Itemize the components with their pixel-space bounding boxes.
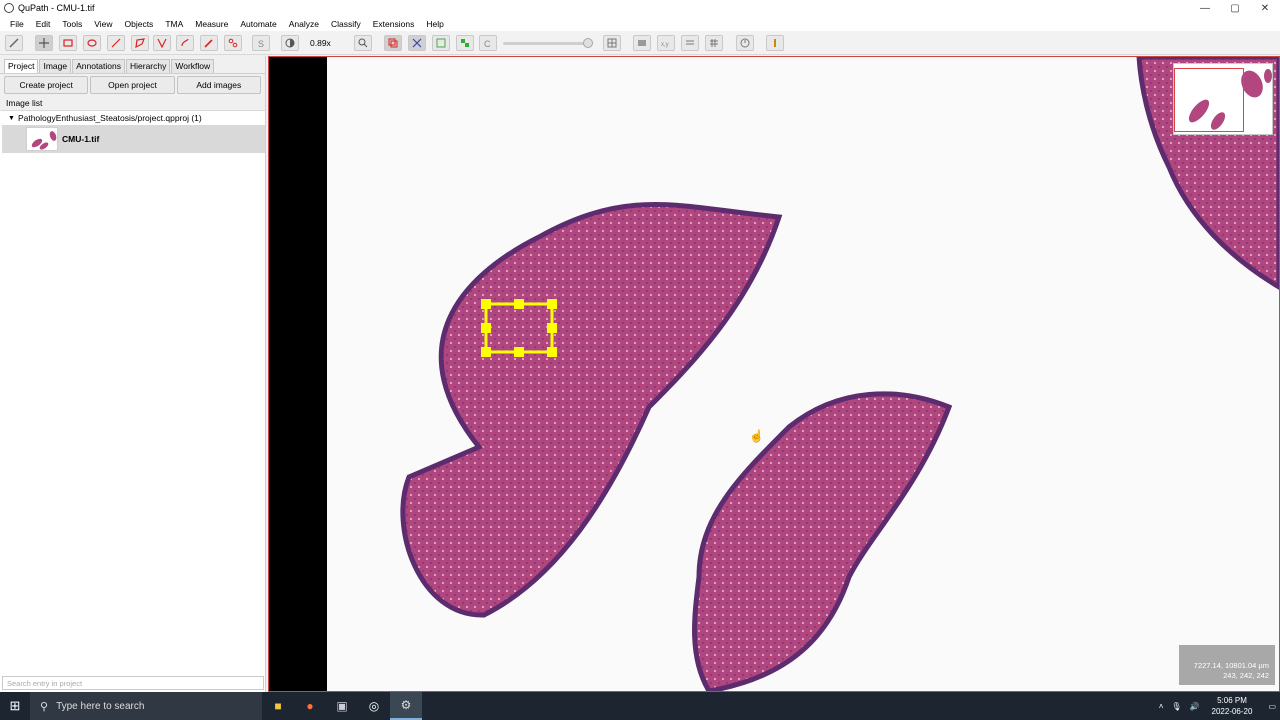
project-search-input[interactable]: Search entry in project: [2, 676, 264, 690]
zoom-to-fit-icon[interactable]: [354, 35, 372, 51]
title-bar: QuPath - CMU-1.tif — ▢ ✕: [0, 0, 1280, 16]
selection-mode-icon[interactable]: S: [252, 35, 270, 51]
firefox-icon[interactable]: ●: [294, 692, 326, 720]
overview-thumbnail[interactable]: [1173, 63, 1273, 135]
pixel-values: 243, 242, 242: [1223, 671, 1269, 680]
windows-start-icon[interactable]: ⊞: [0, 692, 30, 720]
svg-text:S: S: [258, 39, 264, 48]
tab-hierarchy[interactable]: Hierarchy: [126, 59, 171, 73]
menu-bar: File Edit Tools View Objects TMA Measure…: [0, 16, 1280, 31]
polygon-tool-icon[interactable]: [131, 35, 149, 51]
clock[interactable]: 5:06 PM 2022-06-20: [1212, 695, 1253, 717]
show-pixel-grid-icon[interactable]: [705, 35, 723, 51]
fill-detections-icon[interactable]: [456, 35, 474, 51]
svg-text:x,y: x,y: [661, 42, 669, 48]
opacity-slider[interactable]: [503, 42, 591, 45]
cursor-location-box: 7227.14, 10801.04 µm 243, 242, 242: [1179, 645, 1275, 685]
slide-image: [400, 57, 1279, 691]
system-tray: ˄ 🎙 🔊 5:06 PM 2022-06-20 ▭: [1155, 692, 1280, 720]
tissue-section-bottom: [692, 391, 953, 691]
store-icon[interactable]: ▣: [326, 692, 358, 720]
menu-extensions[interactable]: Extensions: [367, 19, 421, 29]
image-list-item[interactable]: CMU-1.tif: [2, 125, 265, 153]
ellipse-tool-icon[interactable]: [83, 35, 101, 51]
show-tma-grid-icon[interactable]: [408, 35, 426, 51]
show-detections-icon[interactable]: [432, 35, 450, 51]
tab-workflow[interactable]: Workflow: [171, 59, 215, 73]
window-title: QuPath - CMU-1.tif: [18, 3, 95, 13]
project-path: PathologyEnthusiast_Steatosis/project.qp…: [17, 113, 202, 123]
image-name: CMU-1.tif: [62, 134, 100, 144]
clock-time: 5:06 PM: [1217, 696, 1247, 705]
menu-objects[interactable]: Objects: [118, 19, 159, 29]
menu-tma[interactable]: TMA: [159, 19, 189, 29]
toolbar: S 0.89x C x,y: [0, 31, 1280, 55]
line-tool-icon[interactable]: [107, 35, 125, 51]
menu-help[interactable]: Help: [420, 19, 449, 29]
show-location-icon[interactable]: x,y: [657, 35, 675, 51]
maximize-button[interactable]: ▢: [1220, 0, 1250, 16]
menu-edit[interactable]: Edit: [30, 19, 57, 29]
close-button[interactable]: ✕: [1250, 0, 1280, 16]
tab-image[interactable]: Image: [39, 59, 72, 73]
image-thumbnail: [26, 127, 58, 151]
project-buttons: Create project Open project Add images: [0, 74, 265, 96]
file-explorer-icon[interactable]: ■: [262, 692, 294, 720]
expand-caret-icon[interactable]: ▼: [8, 115, 15, 122]
show-scalebar-icon[interactable]: [681, 35, 699, 51]
project-panel: Project Image Annotations Hierarchy Work…: [0, 56, 266, 692]
tab-annotations[interactable]: Annotations: [72, 59, 125, 73]
script-editor-icon[interactable]: [766, 35, 784, 51]
search-icon: ⚲: [40, 700, 49, 713]
qupath-app-icon: [4, 3, 14, 13]
image-viewer[interactable]: ☝ 7227.14, 10801.04 µm 243, 242, 242: [268, 56, 1280, 692]
image-list-header: Image list: [0, 96, 265, 111]
overview-viewport-rect: [1174, 68, 1244, 132]
microphone-icon[interactable]: 🎙: [1171, 702, 1181, 711]
cursor-coordinates: 7227.14, 10801.04 µm: [1193, 661, 1269, 670]
obs-icon[interactable]: ◎: [358, 692, 390, 720]
taskbar-search-placeholder: Type here to search: [56, 700, 145, 712]
show-annotations-icon[interactable]: [384, 35, 402, 51]
brightness-contrast-icon[interactable]: [281, 35, 299, 51]
measurement-log-icon[interactable]: [736, 35, 754, 51]
project-tree-root[interactable]: ▼ PathologyEnthusiast_Steatosis/project.…: [0, 111, 265, 125]
clock-date: 2022-06-20: [1211, 707, 1253, 716]
qupath-taskbar-icon[interactable]: ⚙: [390, 692, 422, 720]
menu-analyze[interactable]: Analyze: [283, 19, 325, 29]
menu-tools[interactable]: Tools: [56, 19, 88, 29]
svg-text:C: C: [484, 39, 491, 48]
tray-chevron-icon[interactable]: ˄: [1159, 702, 1164, 711]
taskbar-search[interactable]: ⚲ Type here to search: [30, 692, 262, 720]
open-project-button[interactable]: Open project: [90, 76, 175, 94]
window-controls: — ▢ ✕: [1190, 0, 1280, 16]
menu-view[interactable]: View: [88, 19, 118, 29]
show-connections-icon[interactable]: C: [479, 35, 497, 51]
notifications-icon[interactable]: ▭: [1268, 702, 1276, 711]
opacity-slider-knob[interactable]: [583, 38, 593, 48]
show-overview-icon[interactable]: [633, 35, 651, 51]
wand-tool-icon[interactable]: [200, 35, 218, 51]
brush-tool-icon[interactable]: [176, 35, 194, 51]
create-project-button[interactable]: Create project: [4, 76, 89, 94]
tab-project[interactable]: Project: [4, 59, 39, 73]
menu-measure[interactable]: Measure: [189, 19, 234, 29]
move-tool-icon[interactable]: [35, 35, 53, 51]
polyline-tool-icon[interactable]: [153, 35, 171, 51]
minimize-button[interactable]: —: [1190, 0, 1220, 16]
zoom-level: 0.89x: [310, 38, 331, 48]
panel-tabs: Project Image Annotations Hierarchy Work…: [0, 56, 265, 74]
volume-icon[interactable]: 🔊: [1190, 702, 1200, 711]
hand-cursor-icon: ☝: [749, 429, 764, 443]
menu-file[interactable]: File: [4, 19, 30, 29]
rectangle-tool-icon[interactable]: [59, 35, 77, 51]
points-tool-icon[interactable]: [224, 35, 242, 51]
add-images-button[interactable]: Add images: [176, 76, 261, 94]
menu-classify[interactable]: Classify: [325, 19, 367, 29]
toggle-panel-icon[interactable]: [5, 35, 23, 51]
windows-taskbar: ⊞ ⚲ Type here to search ■ ● ▣ ◎ ⚙ ˄ 🎙 🔊 …: [0, 692, 1280, 720]
menu-automate[interactable]: Automate: [234, 19, 282, 29]
show-grid-icon[interactable]: [603, 35, 621, 51]
